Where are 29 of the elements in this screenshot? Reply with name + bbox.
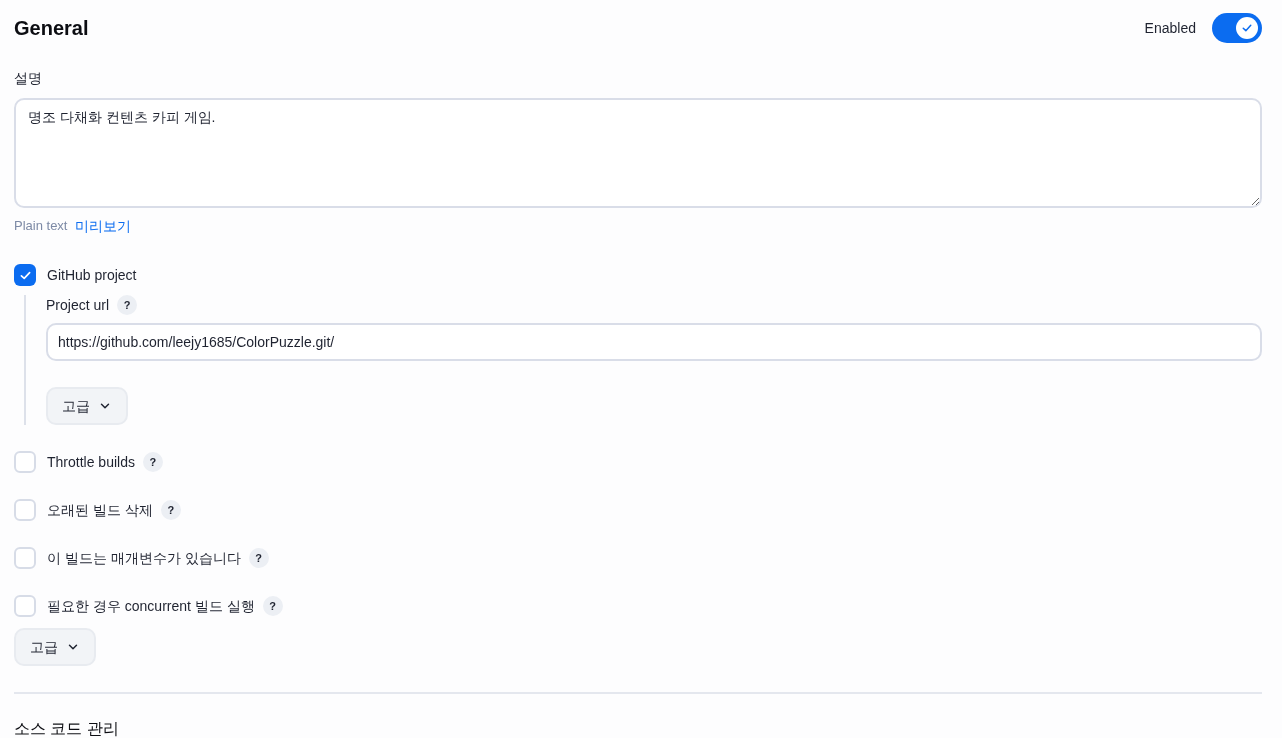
- help-button[interactable]: ?: [262, 596, 283, 616]
- preview-link[interactable]: 미리보기: [75, 215, 132, 237]
- check-icon: [19, 269, 31, 281]
- description-field[interactable]: 명조 다채화 컨텐츠 카피 게임.: [14, 98, 1262, 208]
- toggle-label: Enabled: [1144, 18, 1196, 38]
- help-button[interactable]: ?: [248, 548, 269, 568]
- checkbox[interactable]: [14, 264, 36, 286]
- section-title: 소스 코드 관리: [14, 720, 119, 738]
- checkbox[interactable]: [14, 595, 36, 617]
- section-title: General: [14, 16, 89, 40]
- checkbox[interactable]: [14, 451, 36, 473]
- checkbox-label: GitHub project: [47, 265, 137, 285]
- enabled-switch[interactable]: [1212, 13, 1262, 43]
- checkbox-label: 이 빌드는 매개변수가 있습니다: [47, 548, 241, 568]
- checkbox[interactable]: [14, 547, 36, 569]
- help-button[interactable]: ?: [142, 452, 163, 472]
- field-label: Project url: [46, 295, 110, 315]
- help-button[interactable]: ?: [160, 500, 181, 520]
- help-button[interactable]: ?: [117, 295, 138, 315]
- check-icon: [1242, 23, 1252, 33]
- format-note: Plain text: [14, 217, 68, 236]
- project-url-field[interactable]: https://github.com/leejy1685/ColorPuzzle.git/: [46, 323, 1262, 361]
- checkbox-label: Throttle builds: [47, 452, 135, 472]
- checkbox-label: 필요한 경우 concurrent 빌드 실행: [47, 596, 255, 616]
- checkbox-label: 오래된 빌드 삭제: [47, 500, 153, 520]
- advanced-button[interactable]: 고급: [14, 628, 96, 666]
- advanced-button[interactable]: 고급: [46, 387, 128, 425]
- checkbox[interactable]: [14, 499, 36, 521]
- field-label: 설명: [14, 69, 42, 88]
